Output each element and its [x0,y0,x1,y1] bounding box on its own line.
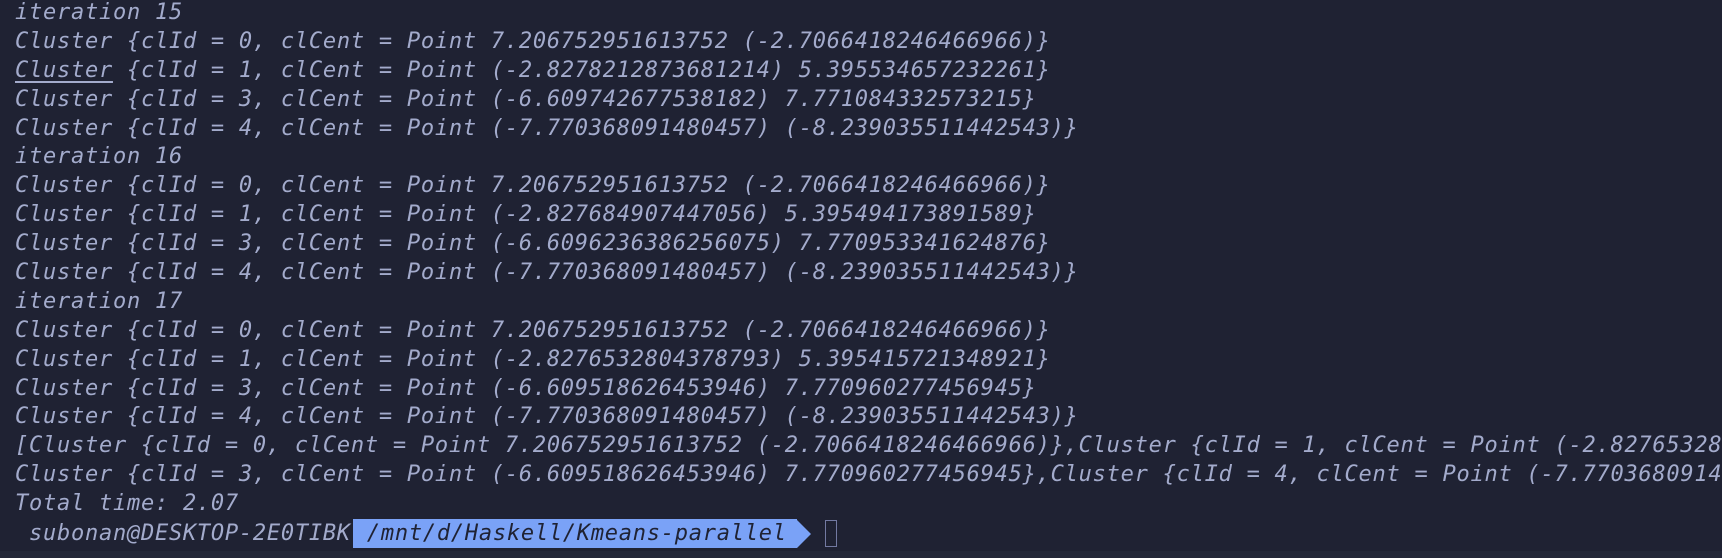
output-line-cluster: Cluster {clId = 0, clCent = Point 7.2067… [15,28,1051,54]
output-line-cluster: Cluster {clId = 3, clCent = Point (-6.60… [15,375,1037,401]
output-line-cluster: Cluster {clId = 1, clCent = Point (-2.82… [15,57,1722,86]
output-line-cluster: Cluster {clId = 3, clCent = Point (-6.60… [15,231,1051,257]
output-line-iteration: iteration 15 [15,0,183,25]
terminal-output: iteration 15 Cluster {clId = 0, clCent =… [15,0,1722,519]
prompt-path-arrow-icon [796,519,811,548]
output-line-cluster: Cluster {clId = 1, clCent = Point (-2.82… [15,346,1051,372]
output-line-result-list: [Cluster {clId = 0, clCent = Point 7.206… [15,433,1722,459]
terminal-cursor[interactable] [824,520,837,547]
prompt-path-segment: /mnt/d/Haskell/Kmeans-parallel [352,519,797,548]
output-line-iteration: iteration 17 [15,288,183,314]
prompt-user-host: subonan@DESKTOP-2E0TIBK [15,521,351,546]
output-line-cluster-rest: {clId = 1, clCent = Point (-2.8278212873… [112,57,1051,83]
output-line-cluster: Cluster {clId = 3, clCent = Point (-6.60… [15,86,1037,112]
output-line-cluster: Cluster {clId = 1, clCent = Point (-2.82… [15,202,1037,228]
output-line-cluster: Cluster {clId = 0, clCent = Point 7.2067… [15,173,1051,199]
hovered-link-word[interactable]: Cluster [15,58,113,83]
output-line-result-list: Cluster {clId = 3, clCent = Point (-6.60… [15,462,1722,488]
output-line-iteration: iteration 16 [15,144,183,170]
output-line-total-time: Total time: 2.07 [15,491,239,517]
terminal-bottom-edge [0,551,1722,558]
output-line-cluster: Cluster {clId = 0, clCent = Point 7.2067… [15,317,1051,343]
shell-prompt: subonan@DESKTOP-2E0TIBK /mnt/d/Haskell/K… [15,519,837,548]
output-line-cluster: Cluster {clId = 4, clCent = Point (-7.77… [15,404,1079,430]
output-line-cluster: Cluster {clId = 4, clCent = Point (-7.77… [15,260,1079,286]
output-line-cluster: Cluster {clId = 4, clCent = Point (-7.77… [15,115,1079,141]
